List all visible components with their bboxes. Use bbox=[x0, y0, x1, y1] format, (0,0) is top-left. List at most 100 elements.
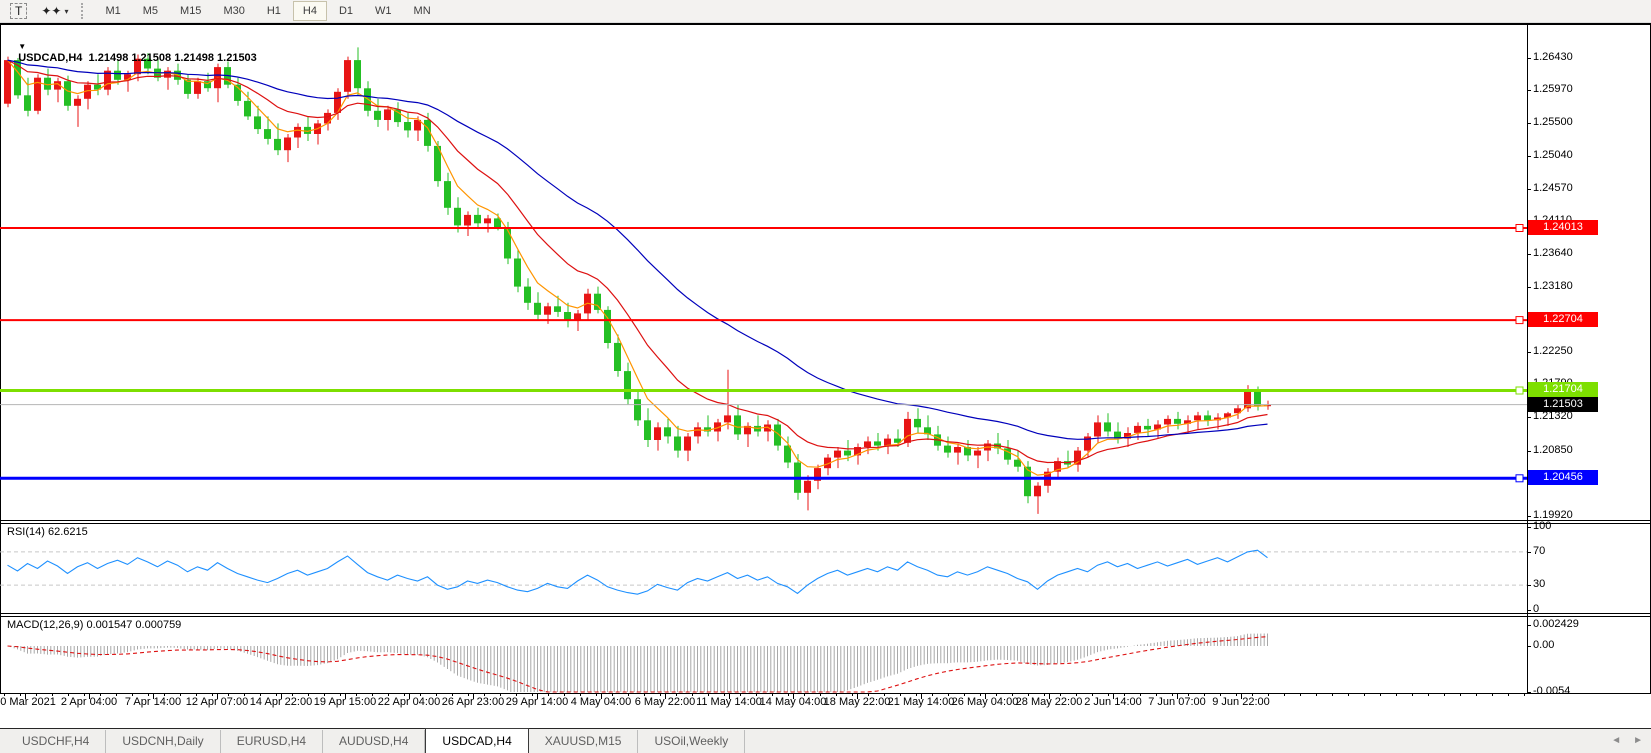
panel-separator[interactable] bbox=[0, 520, 1651, 521]
timeframe-buttons: M1M5M15M30H1H4D1W1MN bbox=[94, 1, 441, 21]
time-axis-label: 11 May 14:00 bbox=[696, 696, 762, 708]
price-axis-tick bbox=[1527, 352, 1531, 353]
candle-body bbox=[624, 371, 631, 399]
rsi-axis-label: 100 bbox=[1533, 520, 1551, 532]
price-badge: 1.21704 bbox=[1528, 382, 1598, 397]
timeframe-button-H1[interactable]: H1 bbox=[257, 1, 291, 21]
candle-body bbox=[324, 113, 331, 124]
tab-scroll-left-icon[interactable]: ◄ bbox=[1611, 735, 1621, 746]
ohlc-close: 1.21503 bbox=[217, 52, 257, 64]
main-chart-canvas[interactable] bbox=[0, 25, 1527, 520]
timeframe-button-M5[interactable]: M5 bbox=[133, 1, 168, 21]
ohlc-high: 1.21508 bbox=[131, 52, 171, 64]
candle-body bbox=[1134, 426, 1141, 433]
time-axis-minor-tick bbox=[1364, 694, 1365, 696]
price-axis-label: 1.20850 bbox=[1533, 444, 1573, 456]
candle-body bbox=[344, 60, 351, 92]
chart-title: ▼ USDCAD,H4 1.21498 1.21508 1.21498 1.21… bbox=[6, 28, 257, 76]
panel-separator bbox=[0, 693, 1651, 694]
candle-body bbox=[874, 441, 881, 445]
chart-symbol: USDCAD,H4 bbox=[18, 52, 82, 64]
time-axis-label: 26 May 04:00 bbox=[952, 696, 1019, 708]
chart-tab-USDCNH-Daily[interactable]: USDCNH,Daily bbox=[106, 730, 220, 753]
macd-axis-label: 0.002429 bbox=[1533, 618, 1579, 630]
rsi-axis-tick bbox=[1527, 527, 1531, 528]
time-axis-minor-tick bbox=[1524, 694, 1525, 696]
candle-body bbox=[684, 437, 691, 451]
macd-label: MACD(12,26,9) 0.001547 0.000759 bbox=[7, 619, 181, 631]
time-axis-label: 18 May 22:00 bbox=[824, 696, 891, 708]
collapse-triangle-icon[interactable]: ▼ bbox=[18, 42, 26, 51]
macd-axis-tick bbox=[1527, 625, 1531, 626]
candle-body bbox=[384, 109, 391, 120]
diamond-arrows-icon: ✦✦ bbox=[41, 4, 61, 18]
candle-body bbox=[484, 218, 491, 223]
candle-body bbox=[404, 122, 411, 130]
chart-tab-USDCAD-H4[interactable]: USDCAD,H4 bbox=[425, 728, 528, 753]
chart-tab-USOil-Weekly[interactable]: USOil,Weekly bbox=[638, 730, 745, 753]
candle-body bbox=[594, 294, 601, 310]
candle-body bbox=[834, 451, 841, 458]
macd-axis-tick bbox=[1527, 646, 1531, 647]
timeframe-button-M15[interactable]: M15 bbox=[170, 1, 211, 21]
macd-indicator-canvas[interactable] bbox=[0, 617, 1527, 693]
time-axis-label: 29 Apr 14:00 bbox=[506, 696, 568, 708]
candle-body bbox=[904, 419, 911, 443]
chart-tab-EURUSD-H4[interactable]: EURUSD,H4 bbox=[221, 730, 323, 753]
timeframe-button-H4[interactable]: H4 bbox=[293, 1, 327, 21]
candle-body bbox=[1094, 422, 1101, 436]
chevron-down-icon: ▾ bbox=[64, 7, 68, 16]
timeframe-button-D1[interactable]: D1 bbox=[329, 1, 363, 21]
candle-body bbox=[254, 116, 261, 129]
candle-body bbox=[294, 127, 301, 138]
time-axis-minor-tick bbox=[1428, 694, 1429, 696]
panel-separator[interactable] bbox=[0, 613, 1651, 614]
candle-body bbox=[284, 138, 291, 151]
mt4-application-window: T ✦✦ ▾ M1M5M15M30H1H4D1W1MN ▼ USDCAD,H4 … bbox=[0, 0, 1651, 753]
pointer-tool-button[interactable]: ✦✦ ▾ bbox=[36, 3, 73, 19]
text-tool-button[interactable]: T bbox=[5, 2, 32, 20]
toolbar-grip bbox=[81, 3, 86, 19]
time-axis-minor-tick bbox=[1508, 694, 1509, 696]
candle-body bbox=[554, 306, 561, 312]
chart-tab-XAUUSD-M15[interactable]: XAUUSD,M15 bbox=[529, 730, 639, 753]
time-axis-minor-tick bbox=[1300, 694, 1301, 696]
candle-body bbox=[1104, 422, 1111, 431]
time-axis-label: 28 May 22:00 bbox=[1016, 696, 1083, 708]
time-axis-minor-tick bbox=[1460, 694, 1461, 696]
time-axis-label: 7 Jun 07:00 bbox=[1148, 696, 1206, 708]
time-axis-label: 14 May 04:00 bbox=[760, 696, 827, 708]
price-axis-tick bbox=[1527, 451, 1531, 452]
candle-body bbox=[374, 111, 381, 120]
chart-tab-USDCHF-H4[interactable]: USDCHF,H4 bbox=[6, 730, 106, 753]
rsi-indicator-canvas[interactable] bbox=[0, 524, 1527, 613]
chart-tab-AUDUSD-H4[interactable]: AUDUSD,H4 bbox=[323, 730, 425, 753]
candle-body bbox=[644, 420, 651, 440]
macd-axis-label: -0.0054 bbox=[1533, 685, 1570, 697]
candle-body bbox=[974, 451, 981, 456]
timeframe-button-W1[interactable]: W1 bbox=[365, 1, 402, 21]
timeframe-button-MN[interactable]: MN bbox=[404, 1, 441, 21]
time-axis-minor-tick bbox=[1476, 694, 1477, 696]
time-axis-label: 30 Mar 2021 bbox=[0, 696, 56, 708]
price-axis-label: 1.25500 bbox=[1533, 116, 1573, 128]
price-axis-tick bbox=[1527, 189, 1531, 190]
candle-body bbox=[844, 451, 851, 456]
candle-body bbox=[444, 181, 451, 208]
candle-body bbox=[464, 215, 471, 226]
candle-body bbox=[354, 60, 361, 88]
timeframe-button-M1[interactable]: M1 bbox=[95, 1, 130, 21]
price-badge: 1.20456 bbox=[1528, 470, 1598, 485]
tab-scroll-right-icon[interactable]: ► bbox=[1633, 735, 1643, 746]
rsi-axis-tick bbox=[1527, 552, 1531, 553]
timeframe-button-M30[interactable]: M30 bbox=[213, 1, 254, 21]
time-axis-minor-tick bbox=[1444, 694, 1445, 696]
price-axis-tick bbox=[1527, 123, 1531, 124]
candle-body bbox=[524, 287, 531, 303]
candle-body bbox=[24, 95, 31, 111]
time-axis-label: 2 Jun 14:00 bbox=[1084, 696, 1142, 708]
macd-axis-tick bbox=[1527, 692, 1531, 693]
time-axis-label: 9 Jun 22:00 bbox=[1212, 696, 1270, 708]
candle-body bbox=[514, 259, 521, 287]
price-badge: 1.24013 bbox=[1528, 220, 1598, 235]
